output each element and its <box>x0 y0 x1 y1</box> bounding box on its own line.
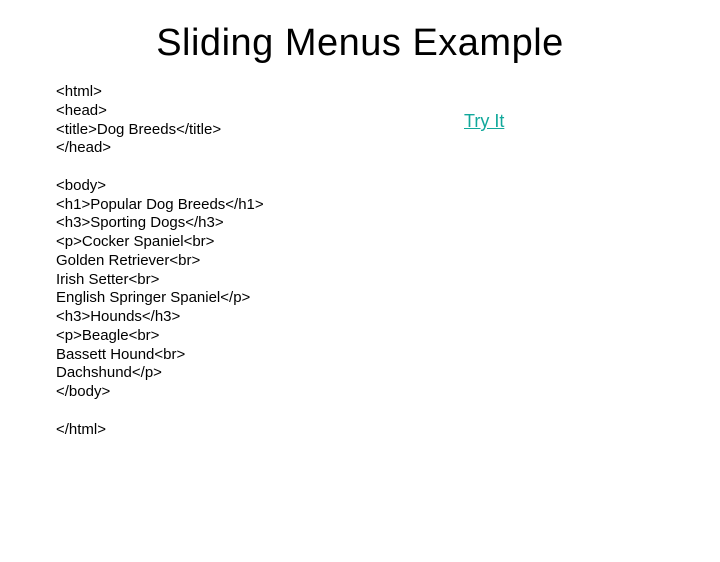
code-block: <html> <head> <title>Dog Breeds</title> … <box>56 83 464 439</box>
link-area: Try It <box>464 83 664 132</box>
slide-title: Sliding Menus Example <box>0 22 720 65</box>
try-it-link[interactable]: Try It <box>464 111 504 131</box>
content-area: <html> <head> <title>Dog Breeds</title> … <box>0 83 720 439</box>
